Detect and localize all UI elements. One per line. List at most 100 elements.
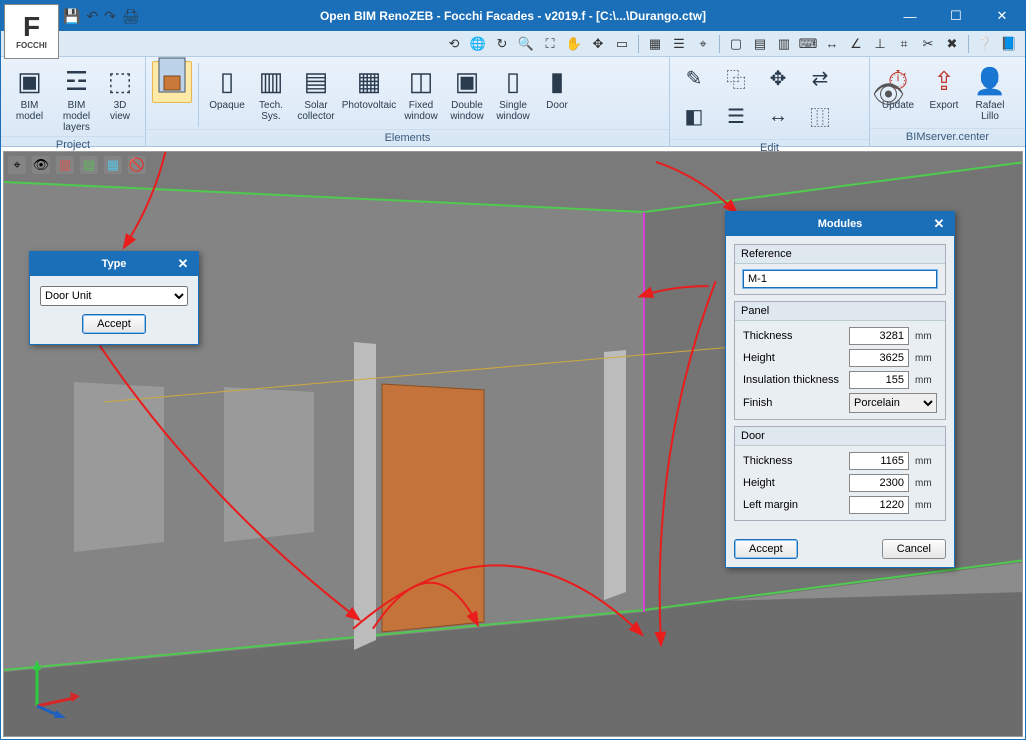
refresh-icon[interactable]: ↻ (492, 34, 512, 54)
accept-button[interactable]: Accept (82, 314, 146, 334)
edit-tool-6[interactable]: ☰ (716, 99, 756, 135)
separator (198, 63, 199, 127)
box2-icon[interactable]: ▤ (80, 156, 98, 174)
accept-button[interactable]: Accept (734, 539, 798, 559)
edit-tool-5[interactable]: ◧ (674, 99, 714, 135)
edit-tool-4[interactable]: ⇄ (800, 61, 840, 97)
axes-icon[interactable]: ⌗ (894, 34, 914, 54)
save-icon[interactable]: 💾 (63, 8, 80, 25)
app-logo: F FOCCHI (4, 4, 59, 59)
angle-icon[interactable]: ∠ (846, 34, 866, 54)
unit-mm: mm (915, 353, 937, 364)
maximize-button[interactable]: ☐ (933, 1, 979, 31)
panel-legend: Panel (735, 302, 945, 321)
window-frame-icon[interactable]: ▢ (726, 34, 746, 54)
undo-icon[interactable]: ↶ (86, 8, 98, 25)
select-box-icon[interactable]: ▭ (612, 34, 632, 54)
reference-input[interactable] (743, 270, 937, 288)
edit-tool-1[interactable]: ✎ (674, 61, 714, 97)
tech-sys-button[interactable]: ▥Tech. Sys. (251, 61, 291, 125)
bim-layers-button[interactable]: ☲ BIM model layers (54, 61, 99, 136)
pan-globe-icon[interactable]: 🌐 (468, 34, 488, 54)
orbit-icon[interactable]: ⟲ (444, 34, 464, 54)
ribbon-group-edit: ✎ ⿻ ✥ ⇄ ◧ ☰ ↔ ⿲ 👁 Edit (670, 57, 870, 146)
window-controls: — ☐ ✕ (887, 1, 1025, 31)
solar-label: Solar collector (296, 100, 336, 122)
bim-model-button[interactable]: ▣ BIM model (7, 61, 52, 125)
box1-icon[interactable]: ▥ (56, 156, 74, 174)
zoom-window-icon[interactable]: ⛶ (540, 34, 560, 54)
panel-finish-select[interactable]: Porcelain (849, 393, 937, 413)
about-icon[interactable]: 📘 (999, 34, 1019, 54)
pv-button[interactable]: ▦Photovoltaic (341, 61, 397, 114)
fixed-window-button[interactable]: ◫Fixed window (399, 61, 443, 125)
zoom-icon[interactable]: 🔍 (516, 34, 536, 54)
door-height-input[interactable] (849, 474, 909, 492)
opaque-label: Opaque (209, 100, 245, 111)
pv-label: Photovoltaic (342, 100, 396, 111)
edit-tool-7[interactable]: ↔ (758, 99, 798, 135)
door-left-margin-input[interactable] (849, 496, 909, 514)
window-title: Open BIM RenoZEB - Focchi Facades - v201… (1, 9, 1025, 23)
panel-finish-label: Finish (743, 397, 843, 409)
module-units-button[interactable] (152, 61, 192, 103)
close-icon[interactable]: ✕ (930, 215, 948, 233)
cancel-button[interactable]: Cancel (882, 539, 946, 559)
opaque-icon: ▯ (210, 64, 244, 98)
wall-icon[interactable]: ▥ (774, 34, 794, 54)
grid-icon[interactable]: ▦ (645, 34, 665, 54)
keyboard-icon[interactable]: ⌨ (798, 34, 818, 54)
dim-icon[interactable]: ↔ (822, 34, 842, 54)
logo-letter: F (23, 13, 40, 41)
layers-tool-icon[interactable]: ☰ (669, 34, 689, 54)
move-icon[interactable]: ✥ (588, 34, 608, 54)
export-icon: ⇪ (927, 64, 961, 98)
edit-tool-8[interactable]: ⿲ (800, 99, 840, 135)
door-button[interactable]: ▮Door (537, 61, 577, 114)
fixed-label: Fixed window (402, 100, 440, 122)
tools-icon[interactable]: ✂ (918, 34, 938, 54)
user-button[interactable]: 👤Rafael Lillo (968, 61, 1012, 125)
array-icon: ⿲ (806, 102, 834, 130)
grid2-icon[interactable]: ▤ (750, 34, 770, 54)
eye-vp-icon[interactable]: 👁 (32, 156, 50, 174)
double-window-button[interactable]: ▣Double window (445, 61, 489, 125)
help-icon[interactable]: ❔ (975, 34, 995, 54)
single-window-button[interactable]: ▯Single window (491, 61, 535, 125)
edit-tool-2[interactable]: ⿻ (716, 61, 756, 97)
panel-height-input[interactable] (849, 349, 909, 367)
snap-icon[interactable]: ⌖ (693, 34, 713, 54)
type-dialog-title-bar[interactable]: Type ✕ (30, 252, 198, 276)
redo-icon[interactable]: ↷ (104, 8, 116, 25)
bim-model-label: BIM model (10, 100, 49, 122)
view3d-button[interactable]: ⬚ 3D view (101, 61, 139, 125)
hide-icon[interactable]: 🚫 (128, 156, 146, 174)
move-cross-icon: ✥ (764, 64, 792, 92)
minimize-button[interactable]: — (887, 1, 933, 31)
perp-icon[interactable]: ⊥ (870, 34, 890, 54)
layers-icon: ☲ (60, 64, 94, 98)
panel-insulation-label: Insulation thickness (743, 374, 843, 386)
reference-legend: Reference (735, 245, 945, 264)
eye-icon[interactable]: 👁 (872, 79, 905, 110)
axis-icon[interactable]: ⌖ (8, 156, 26, 174)
print-icon[interactable]: 🖨 (122, 8, 140, 25)
modules-dialog-title-bar[interactable]: Modules ✕ (726, 212, 954, 236)
type-dialog: Type ✕ Door Unit Accept (29, 251, 199, 345)
export-button[interactable]: ⇪Export (922, 61, 966, 114)
solar-button[interactable]: ▤Solar collector (293, 61, 339, 125)
ribbon-group-elements: ▯ Opaque ▥Tech. Sys. ▤Solar collector ▦Ph… (146, 57, 670, 146)
panel-thickness-input[interactable] (849, 327, 909, 345)
close-button[interactable]: ✕ (979, 1, 1025, 31)
settings-icon[interactable]: ✖ (942, 34, 962, 54)
opaque-button[interactable]: ▯ Opaque (205, 61, 249, 114)
hand-icon[interactable]: ✋ (564, 34, 584, 54)
door-thickness-input[interactable] (849, 452, 909, 470)
close-icon[interactable]: ✕ (174, 255, 192, 273)
edit-tool-3[interactable]: ✥ (758, 61, 798, 97)
panel-insulation-input[interactable] (849, 371, 909, 389)
eraser-icon: ◧ (680, 102, 708, 130)
box3-icon[interactable]: ▦ (104, 156, 122, 174)
pencil-icon: ✎ (680, 64, 708, 92)
type-select[interactable]: Door Unit (40, 286, 188, 306)
